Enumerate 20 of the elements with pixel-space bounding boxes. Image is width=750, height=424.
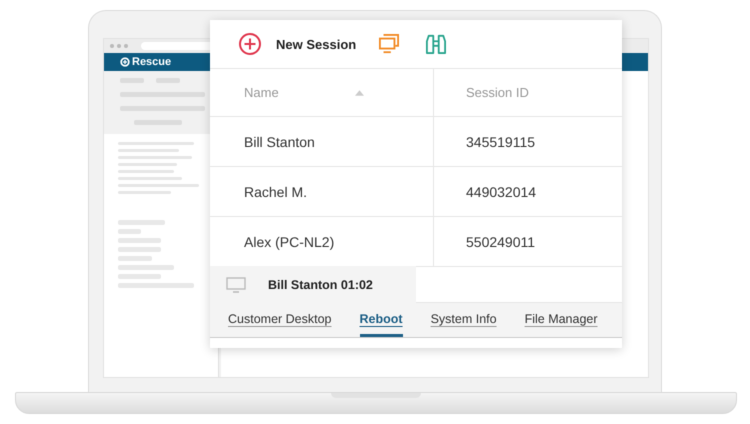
session-id-cell-text: 449032014 — [465, 182, 538, 202]
session-title: Bill Stanton 01:02 — [268, 278, 373, 292]
session-id-cell-text: 550249011 — [465, 232, 536, 252]
screens-icon — [378, 34, 400, 54]
binoculars-icon — [424, 34, 448, 54]
tab[interactable]: System Info — [430, 303, 497, 337]
plus-circle-icon — [238, 32, 262, 56]
name-cell: Bill Stanton — [210, 117, 434, 166]
screens-button[interactable] — [378, 34, 400, 54]
new-session-button[interactable]: New Session — [238, 32, 356, 56]
logo-text: Rescue — [132, 56, 172, 68]
session-id-cell-text: 345519115 — [465, 132, 536, 152]
tab[interactable]: File Manager — [524, 303, 598, 337]
monitor-icon — [226, 276, 246, 292]
binoculars-button[interactable] — [424, 34, 448, 54]
tab[interactable]: Reboot — [360, 303, 403, 337]
plus-circle-icon — [120, 57, 130, 67]
tab[interactable]: Customer Desktop — [228, 303, 332, 337]
name-cell: Rachel M. — [210, 167, 434, 216]
session-tab[interactable]: Bill Stanton 01:02 — [210, 266, 416, 303]
